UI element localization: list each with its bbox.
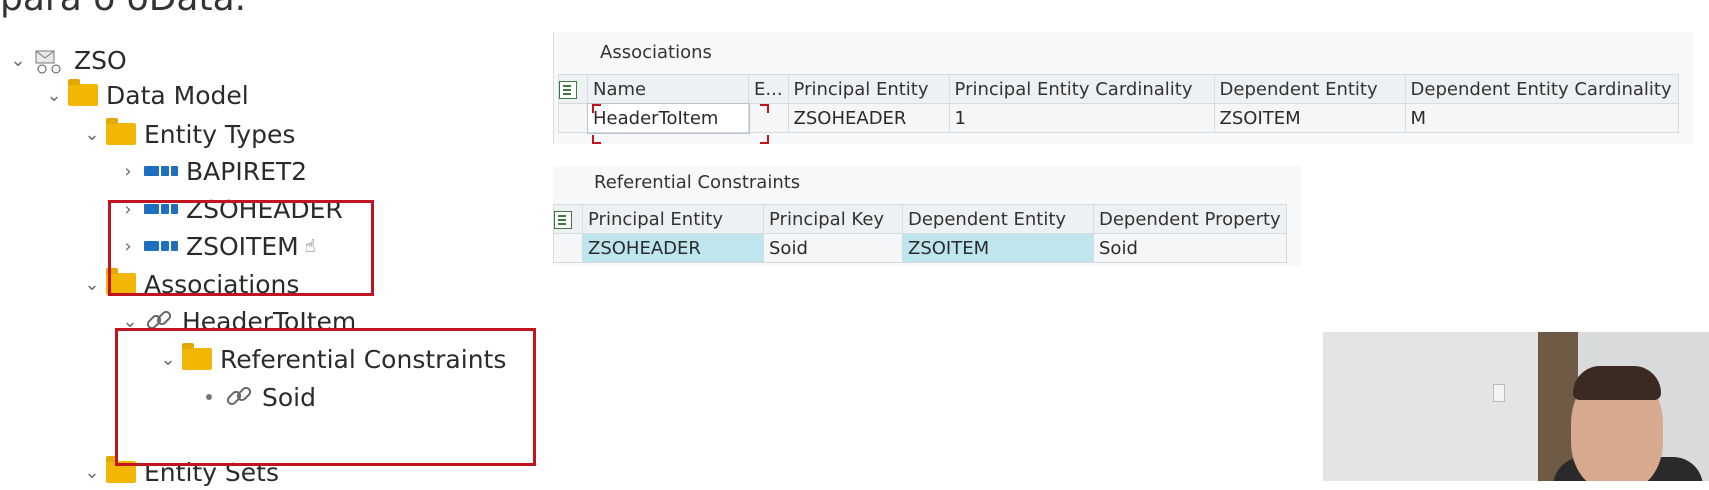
chevron-down-icon[interactable]: ⌄ bbox=[82, 462, 102, 483]
column-header[interactable]: Principal Entity bbox=[787, 74, 950, 104]
entity-type-icon bbox=[144, 166, 178, 176]
table-row[interactable]: HeaderToItem ZSOHEADER 1 ZSOITEM M bbox=[558, 102, 1679, 134]
chevron-down-icon[interactable]: ⌄ bbox=[44, 85, 64, 106]
tree-label-entity: BAPIRET2 bbox=[186, 156, 308, 186]
table-cell[interactable]: ZSOITEM bbox=[902, 233, 1094, 263]
table-cell-name[interactable]: HeaderToItem bbox=[586, 102, 750, 134]
column-header[interactable]: Dependent Entity Cardinality bbox=[1404, 74, 1679, 104]
table-cell[interactable]: M bbox=[1404, 103, 1679, 133]
table-cell[interactable]: Soid bbox=[763, 233, 903, 263]
select-all-icon[interactable] bbox=[559, 80, 577, 99]
folder-icon bbox=[106, 118, 136, 145]
chevron-down-icon[interactable]: ⌄ bbox=[8, 50, 28, 71]
webcam-background bbox=[1323, 332, 1538, 481]
associations-panel: Associations Name E... Principal Entity … bbox=[553, 32, 1694, 144]
select-all-icon[interactable] bbox=[554, 210, 572, 229]
focus-corner bbox=[592, 135, 601, 144]
referential-constraints-table: Principal Entity Principal Key Dependent… bbox=[553, 204, 1287, 263]
annotation-box-association bbox=[115, 328, 536, 466]
table-header-row: Name E... Principal Entity Principal Ent… bbox=[558, 74, 1679, 104]
column-header[interactable]: Principal Entity bbox=[582, 204, 764, 234]
light-switch bbox=[1493, 384, 1505, 402]
tree-node-entity-types[interactable]: ⌄ Entity Types bbox=[82, 116, 295, 152]
annotation-box-entities bbox=[108, 200, 374, 296]
service-tree: ⌄ ZSO ⌄ Data Model ⌄ Entity Types › BAPI… bbox=[0, 0, 560, 487]
associations-panel-title: Associations bbox=[600, 42, 712, 63]
folder-icon bbox=[68, 79, 98, 106]
row-selector[interactable] bbox=[553, 233, 583, 263]
column-header[interactable]: Dependent Entity bbox=[902, 204, 1094, 234]
tree-node-data-model[interactable]: ⌄ Data Model bbox=[44, 77, 249, 113]
table-cell[interactable]: ZSOHEADER bbox=[582, 233, 764, 263]
table-cell[interactable]: 1 bbox=[948, 103, 1215, 133]
row-selector[interactable] bbox=[558, 103, 588, 133]
column-header[interactable]: Dependent Entity bbox=[1213, 74, 1406, 104]
tree-label-data-model: Data Model bbox=[106, 80, 249, 110]
column-header[interactable]: Name bbox=[587, 74, 749, 104]
select-all-cell[interactable] bbox=[558, 74, 588, 104]
column-header[interactable]: Principal Entity Cardinality bbox=[948, 74, 1215, 104]
webcam-overlay bbox=[1323, 332, 1709, 481]
table-cell[interactable]: Soid bbox=[1093, 233, 1287, 263]
tree-label-entity-types: Entity Types bbox=[144, 119, 296, 149]
table-header-row: Principal Entity Principal Key Dependent… bbox=[553, 204, 1287, 234]
chevron-right-icon[interactable]: › bbox=[118, 161, 138, 182]
chevron-down-icon[interactable]: ⌄ bbox=[82, 124, 102, 145]
select-all-cell[interactable] bbox=[553, 204, 583, 234]
referential-constraints-title: Referential Constraints bbox=[594, 172, 801, 193]
column-header[interactable]: E... bbox=[748, 74, 789, 104]
focus-corner bbox=[592, 104, 601, 113]
focus-corner bbox=[760, 135, 769, 144]
chevron-down-icon[interactable]: ⌄ bbox=[82, 274, 102, 295]
associations-table: Name E... Principal Entity Principal Ent… bbox=[558, 74, 1679, 134]
tree-label-root: ZSO bbox=[74, 45, 127, 75]
table-cell[interactable]: ZSOHEADER bbox=[787, 103, 950, 133]
focus-corner bbox=[760, 104, 769, 113]
tree-node-entity-bapiret2[interactable]: › BAPIRET2 bbox=[118, 153, 307, 189]
presenter-hair bbox=[1573, 366, 1661, 400]
table-cell[interactable]: ZSOITEM bbox=[1213, 103, 1406, 133]
referential-constraints-panel: Referential Constraints Principal Entity… bbox=[553, 166, 1301, 266]
service-icon bbox=[35, 50, 61, 74]
column-header[interactable]: Principal Key bbox=[763, 204, 903, 234]
column-header[interactable]: Dependent Property bbox=[1093, 204, 1287, 234]
table-row[interactable]: ZSOHEADER Soid ZSOITEM Soid bbox=[553, 233, 1287, 263]
tree-node-root[interactable]: ⌄ ZSO bbox=[8, 42, 127, 78]
